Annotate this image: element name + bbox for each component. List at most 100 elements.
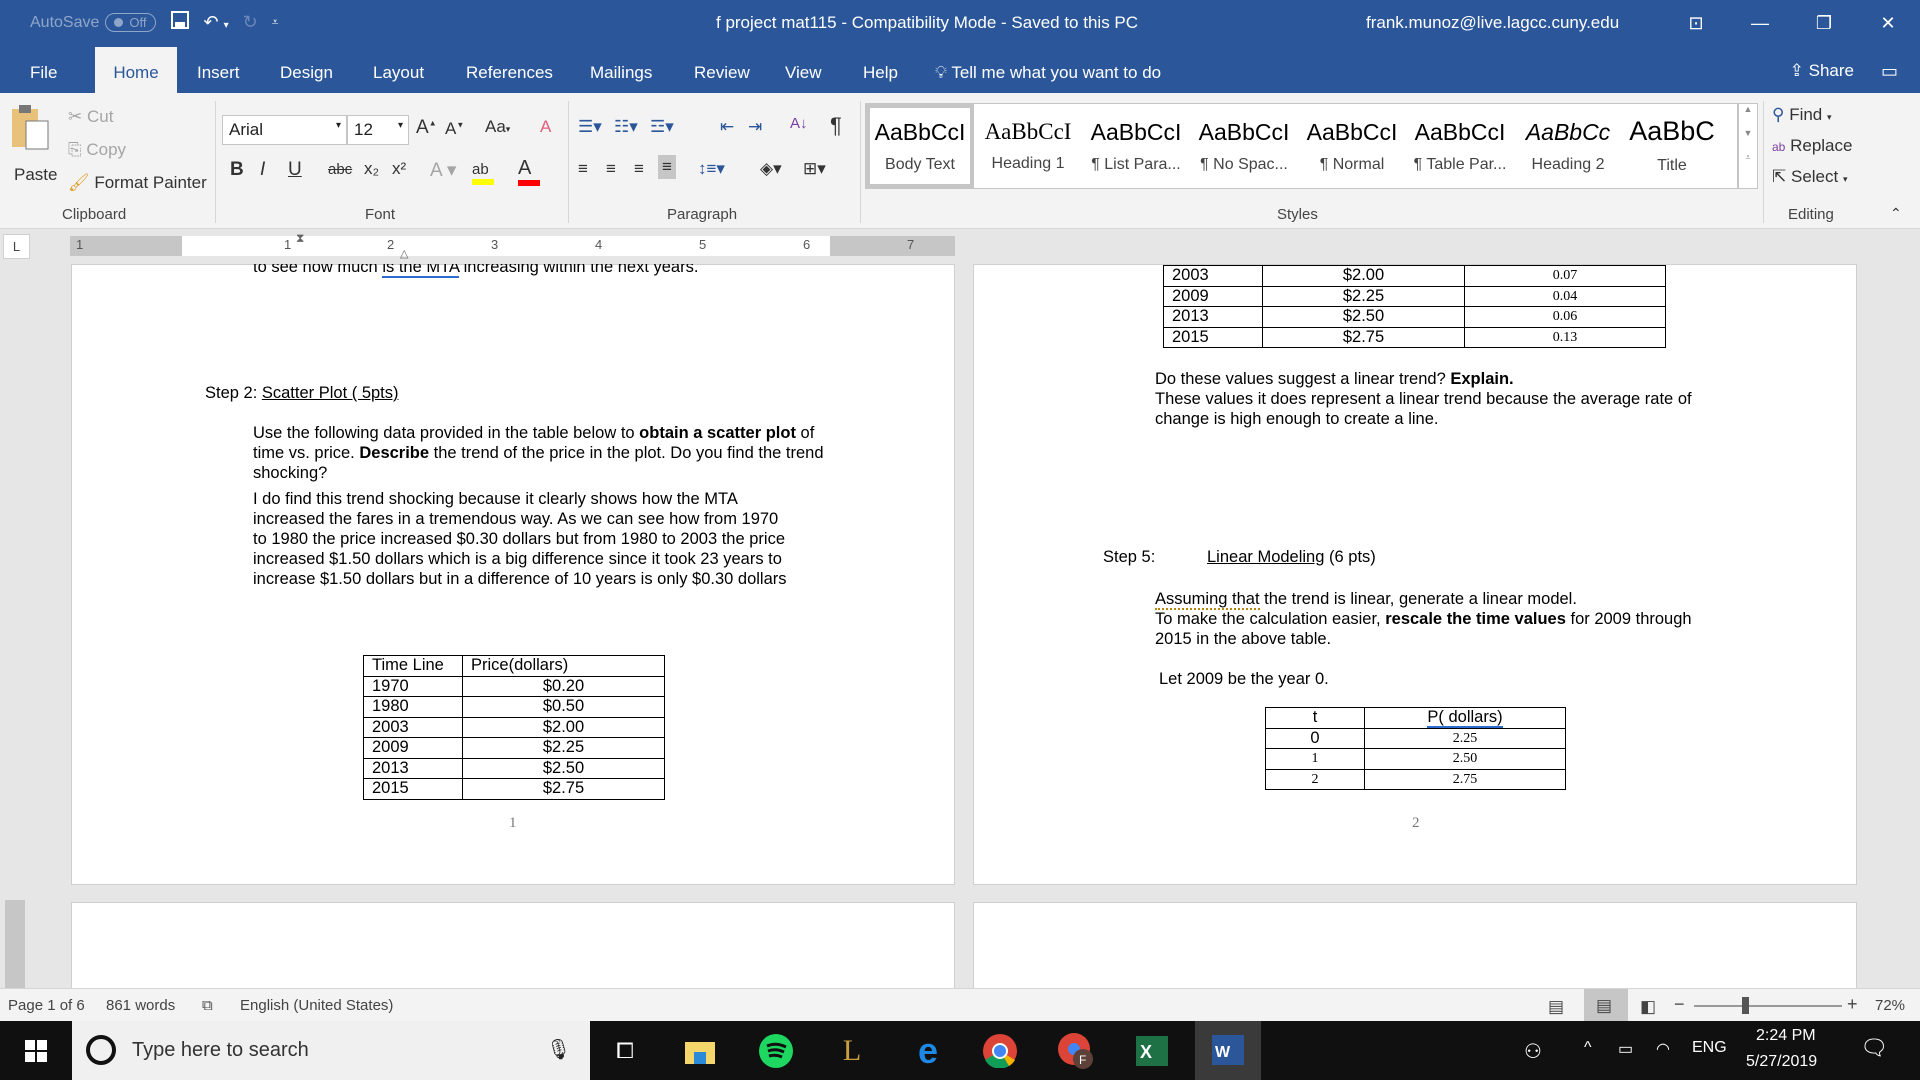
input-language[interactable]: ENG bbox=[1692, 1039, 1727, 1057]
styles-scroll[interactable]: ▲ ▼ ⩡ bbox=[1738, 103, 1758, 189]
share-button[interactable]: ⇪ Share bbox=[1790, 61, 1854, 81]
autosave-toggle[interactable]: AutoSave Off bbox=[30, 13, 156, 32]
zoom-out-button[interactable]: − bbox=[1674, 994, 1685, 1015]
tab-design[interactable]: Design bbox=[270, 47, 343, 93]
style-no-spacing[interactable]: AaBbCcI ¶ No Spac... bbox=[1190, 104, 1298, 188]
collapse-ribbon-icon[interactable]: ⌃ bbox=[1890, 205, 1902, 222]
style-heading-1[interactable]: AaBbCcI Heading 1 bbox=[974, 104, 1082, 188]
tab-review[interactable]: Review bbox=[684, 47, 760, 93]
italic-button[interactable]: I bbox=[260, 159, 265, 181]
clock-date[interactable]: 5/27/2019 bbox=[1746, 1053, 1817, 1071]
select-button[interactable]: ⇱ Select ▾ bbox=[1772, 167, 1848, 187]
tab-file[interactable]: File bbox=[20, 47, 67, 93]
tell-me-search[interactable]: 💡︎ Tell me what you want to do bbox=[925, 47, 1171, 93]
replace-button[interactable]: ab Replace bbox=[1772, 136, 1852, 156]
restore-button[interactable]: ❐ bbox=[1792, 0, 1856, 47]
style-heading-2[interactable]: AaBbCc Heading 2 bbox=[1514, 104, 1622, 188]
show-formatting-marks-button[interactable]: ¶ bbox=[830, 113, 842, 139]
tab-references[interactable]: References bbox=[456, 47, 563, 93]
tab-help[interactable]: Help bbox=[853, 47, 908, 93]
superscript-button[interactable]: x² bbox=[392, 159, 406, 179]
word-taskbar-button[interactable]: W bbox=[1195, 1021, 1261, 1080]
shrink-font-button[interactable]: A▼ bbox=[445, 119, 464, 139]
horizontal-ruler[interactable]: L 1 1 2 3 4 5 6 7 ⧗ △ bbox=[0, 229, 1920, 264]
style-table-paragraph[interactable]: AaBbCcI ¶ Table Par... bbox=[1406, 104, 1514, 188]
zoom-slider-thumb[interactable] bbox=[1741, 997, 1749, 1014]
borders-button[interactable]: ⊞▾ bbox=[803, 159, 826, 179]
chrome-icon[interactable] bbox=[980, 1031, 1020, 1071]
line-spacing-button[interactable]: ↕≡▾ bbox=[698, 159, 725, 179]
align-center-button[interactable]: ≡ bbox=[606, 159, 616, 179]
user-account[interactable]: frank.munoz@live.lagcc.cuny.edu bbox=[1366, 13, 1619, 33]
grow-font-button[interactable]: A▲ bbox=[416, 117, 437, 139]
microphone-icon[interactable]: 🎙︎ bbox=[546, 1037, 571, 1062]
wifi-icon[interactable]: ◠ bbox=[1656, 1039, 1670, 1059]
read-mode-button[interactable]: ▤ bbox=[1548, 997, 1564, 1017]
tab-home[interactable]: Home bbox=[95, 47, 177, 93]
file-explorer-icon[interactable] bbox=[680, 1031, 720, 1071]
customize-qat-icon[interactable]: ⩡ bbox=[272, 15, 279, 30]
font-name-dropdown[interactable]: Arial ▾ bbox=[222, 115, 347, 145]
spotify-icon[interactable] bbox=[756, 1031, 796, 1071]
sort-button[interactable]: A↓ bbox=[790, 115, 808, 132]
style-list-paragraph[interactable]: AaBbCcI ¶ List Para... bbox=[1082, 104, 1190, 188]
tab-insert[interactable]: Insert bbox=[187, 47, 250, 93]
web-layout-button[interactable]: ◧ bbox=[1640, 997, 1656, 1017]
people-icon[interactable]: ⚇ bbox=[1524, 1039, 1542, 1064]
ribbon-display-options-icon[interactable]: ⊡ bbox=[1664, 0, 1728, 47]
edge-icon[interactable]: e bbox=[908, 1030, 948, 1071]
clear-formatting-icon[interactable]: A bbox=[540, 117, 551, 137]
zoom-in-button[interactable]: + bbox=[1847, 994, 1858, 1015]
language-status[interactable]: English (United States) bbox=[240, 997, 393, 1014]
style-body-text[interactable]: AaBbCcI Body Text bbox=[866, 104, 974, 188]
change-case-button[interactable]: Aa▾ bbox=[485, 117, 510, 137]
copy-button[interactable]: ⎘ Copy bbox=[68, 140, 126, 160]
align-left-button[interactable]: ≡ bbox=[578, 159, 588, 179]
strikethrough-button[interactable]: abc bbox=[328, 161, 352, 178]
action-center-icon[interactable]: 🗨︎ bbox=[1860, 1035, 1888, 1061]
zoom-slider[interactable] bbox=[1694, 1005, 1842, 1007]
subscript-button[interactable]: x₂ bbox=[364, 159, 379, 179]
clock-time[interactable]: 2:24 PM bbox=[1756, 1027, 1816, 1045]
league-of-legends-icon[interactable]: L bbox=[832, 1031, 872, 1071]
battery-icon[interactable]: ▭ bbox=[1618, 1039, 1633, 1059]
zoom-level[interactable]: 72% bbox=[1875, 997, 1905, 1014]
font-color-button[interactable]: A bbox=[518, 157, 540, 186]
indent-marker[interactable]: ⧗ bbox=[296, 231, 304, 246]
taskbar-search[interactable]: Type here to search 🎙︎ bbox=[72, 1021, 590, 1080]
align-right-button[interactable]: ≡ bbox=[634, 159, 644, 179]
text-effects-button[interactable]: A ▾ bbox=[430, 159, 456, 182]
font-size-dropdown[interactable]: 12 ▾ bbox=[347, 115, 409, 145]
page-count[interactable]: Page 1 of 6 bbox=[8, 997, 85, 1014]
numbering-button[interactable]: ☷▾ bbox=[614, 117, 638, 137]
find-button[interactable]: ⚲ Find ▾ bbox=[1772, 105, 1832, 125]
windows-start-icon[interactable] bbox=[16, 1031, 56, 1071]
task-view-icon[interactable]: ⧠ bbox=[605, 1031, 645, 1071]
chrome-profile-icon[interactable]: F bbox=[1056, 1031, 1096, 1071]
close-button[interactable]: ✕ bbox=[1856, 0, 1920, 47]
justify-button[interactable]: ≡ bbox=[658, 155, 676, 179]
cut-button[interactable]: ✂ Cut bbox=[68, 107, 113, 127]
tab-selector[interactable]: L bbox=[3, 234, 30, 259]
print-layout-button[interactable]: ▤ bbox=[1584, 989, 1628, 1021]
shading-button[interactable]: ◈▾ bbox=[760, 159, 782, 179]
undo-icon[interactable]: ↶ ▾ bbox=[204, 12, 229, 33]
word-count[interactable]: 861 words bbox=[106, 997, 175, 1014]
format-painter-button[interactable]: 🖌︎ Format Painter bbox=[68, 173, 207, 193]
paste-button[interactable]: Paste bbox=[10, 103, 57, 193]
style-normal[interactable]: AaBbCcI ¶ Normal bbox=[1298, 104, 1406, 188]
tab-view[interactable]: View bbox=[775, 47, 832, 93]
decrease-indent-button[interactable]: ⇤ bbox=[720, 117, 734, 137]
show-hidden-icons-chevron[interactable]: ^ bbox=[1584, 1039, 1592, 1057]
redo-icon[interactable]: ↻ bbox=[243, 12, 258, 33]
vertical-scrollbar[interactable] bbox=[5, 900, 25, 988]
style-title[interactable]: AaBbC Title bbox=[1622, 104, 1722, 188]
increase-indent-button[interactable]: ⇥ bbox=[748, 117, 762, 137]
minimize-button[interactable]: — bbox=[1728, 0, 1792, 47]
highlight-color-button[interactable]: ab bbox=[472, 161, 494, 185]
save-icon[interactable] bbox=[170, 10, 190, 35]
tab-layout[interactable]: Layout bbox=[363, 47, 434, 93]
tab-mailings[interactable]: Mailings bbox=[580, 47, 662, 93]
excel-icon[interactable]: X bbox=[1132, 1031, 1172, 1071]
bullets-button[interactable]: ☰▾ bbox=[578, 117, 602, 137]
